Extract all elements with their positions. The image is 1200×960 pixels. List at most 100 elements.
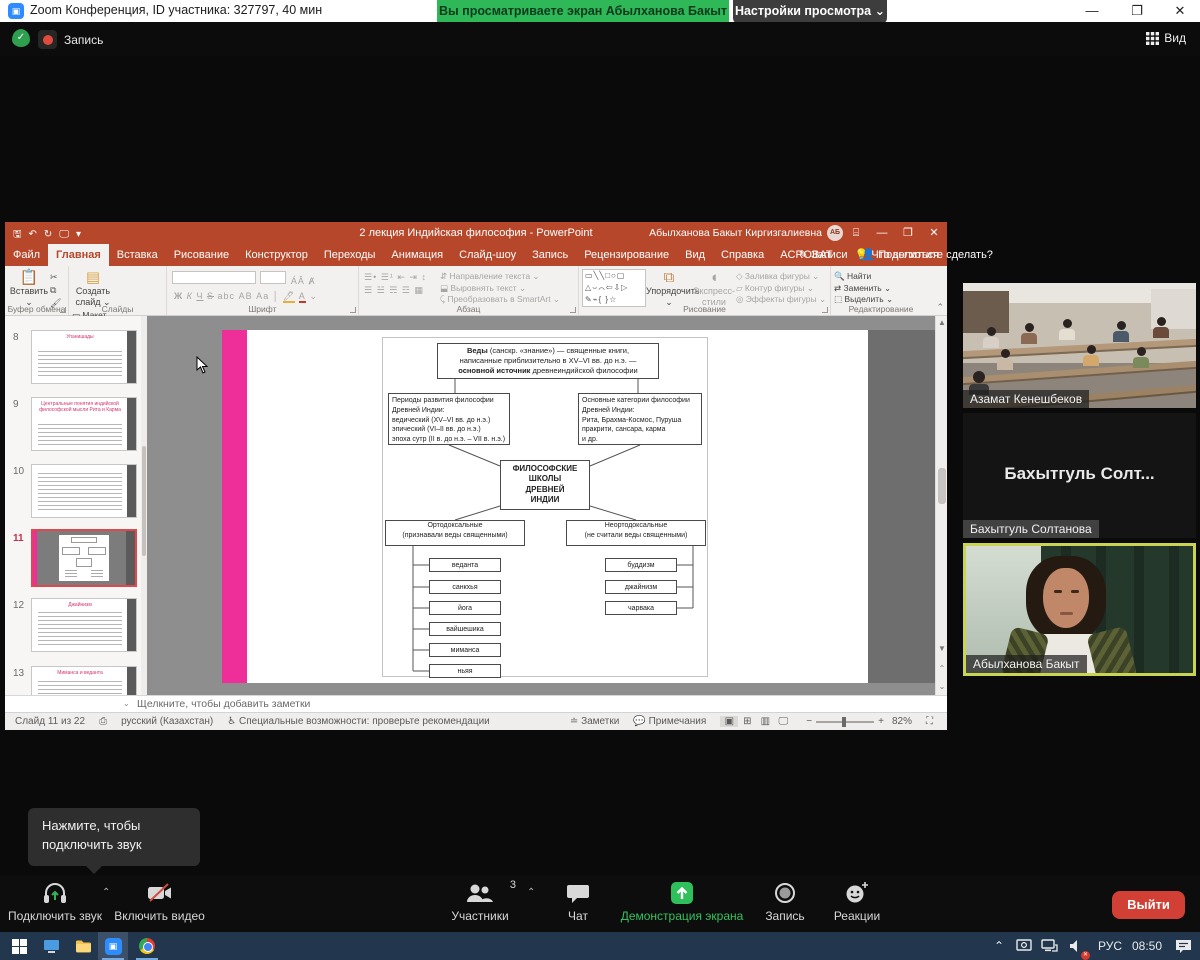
normal-view-icon[interactable]: ▣	[720, 716, 738, 727]
network-icon[interactable]	[1041, 932, 1058, 960]
clear-format-icon[interactable]: Ⱥ	[305, 276, 316, 286]
scroll-up-icon[interactable]: ▲	[936, 316, 948, 329]
view-settings-button[interactable]: Настройки просмотра ⌄	[733, 0, 887, 24]
zoom-slider[interactable]	[816, 721, 874, 723]
indent-left-icon[interactable]: ⇤	[397, 272, 406, 282]
align-right-icon[interactable]: ☴	[389, 285, 398, 295]
shrink-font-icon[interactable]: А̌	[298, 276, 305, 286]
restore-icon[interactable]: ❐	[1117, 0, 1157, 22]
text-direction-button[interactable]: ⇵ Направление текста ⌄	[440, 271, 560, 283]
volume-muted-icon[interactable]: ✕	[1068, 932, 1088, 960]
zoom-taskbar-button-active[interactable]: ▣	[98, 932, 128, 960]
slide-sorter-icon[interactable]: ⊞	[738, 716, 756, 727]
font-name-combobox[interactable]	[172, 271, 256, 284]
underline-icon[interactable]: Ч	[196, 291, 203, 301]
collapse-ribbon-icon[interactable]: ⌃	[936, 302, 944, 313]
redo-icon[interactable]: ↻	[44, 229, 52, 240]
copy-icon[interactable]: ⧉	[50, 284, 62, 297]
ppt-close-icon[interactable]: ✕	[921, 222, 947, 244]
tab-help[interactable]: Справка	[713, 244, 772, 266]
numbering-icon[interactable]: ☰¹	[381, 272, 394, 282]
task-view-button[interactable]	[36, 932, 66, 960]
share-button[interactable]: 👤 Поделиться	[861, 244, 939, 266]
clipboard-dialog-launcher[interactable]	[60, 307, 66, 313]
tab-view[interactable]: Вид	[677, 244, 713, 266]
tab-animations[interactable]: Анимация	[383, 244, 451, 266]
tab-file[interactable]: Файл	[5, 244, 48, 266]
align-text-button[interactable]: ⬓ Выровнять текст ⌄	[440, 283, 560, 295]
notes-pane[interactable]: ⌄ Щелкните, чтобы добавить заметки	[5, 695, 947, 712]
leave-button[interactable]: Выйти	[1112, 891, 1185, 919]
qat-customize-icon[interactable]: ▾	[76, 229, 81, 240]
action-center-icon[interactable]	[1175, 932, 1192, 960]
reading-view-icon[interactable]: ▥	[756, 716, 774, 727]
next-slide-icon[interactable]: ⌄	[936, 680, 948, 693]
notes-toggle[interactable]: ≐ Заметки	[570, 716, 619, 727]
minimize-icon[interactable]: —	[1072, 0, 1112, 22]
save-icon[interactable]: 🖫	[13, 229, 22, 240]
previous-slide-icon[interactable]: ⌃	[936, 662, 948, 675]
notes-placeholder[interactable]: Щелкните, чтобы добавить заметки	[137, 696, 310, 712]
cast-display-icon[interactable]	[1016, 932, 1032, 960]
tab-home[interactable]: Главная	[48, 244, 109, 266]
comments-toggle[interactable]: 💬 Примечания	[633, 716, 706, 727]
start-button[interactable]	[4, 932, 34, 960]
slide-thumbnail-12[interactable]: Джайнизм	[31, 598, 137, 652]
highlight-icon[interactable]: 🖊	[283, 291, 295, 303]
paste-button[interactable]: 📋Вставить ⌄	[8, 269, 50, 307]
start-video-button[interactable]: Включить видео	[112, 881, 207, 923]
tab-slideshow[interactable]: Слайд-шоу	[451, 244, 524, 266]
tab-insert[interactable]: Вставка	[109, 244, 166, 266]
slide-thumbnail-10[interactable]	[31, 464, 137, 518]
grow-font-icon[interactable]: А́	[291, 276, 298, 286]
line-spacing-icon[interactable]: ↕	[421, 272, 427, 282]
new-slide-button[interactable]: ▤Создать слайд ⌄	[72, 269, 114, 307]
view-button[interactable]: Вид	[1146, 31, 1186, 45]
align-center-icon[interactable]: ☱	[377, 285, 386, 295]
security-shield-icon[interactable]: ✓	[12, 29, 30, 47]
participants-caret-icon[interactable]: ⌃	[527, 887, 535, 898]
shape-outline-button[interactable]: ▱ Контур фигуры ⌄	[736, 283, 826, 295]
tab-transitions[interactable]: Переходы	[316, 244, 384, 266]
zoom-percent[interactable]: 82%	[892, 716, 912, 727]
participant-tile-bakhytgul[interactable]: Бахытгуль Солт... Бахытгуль Солтанова	[963, 413, 1196, 538]
participants-button[interactable]: 3 Участники	[430, 881, 530, 923]
zoom-in-icon[interactable]: +	[878, 716, 884, 727]
fit-to-window-icon[interactable]: ⛶	[926, 716, 933, 727]
chat-button[interactable]: Чат	[550, 881, 606, 923]
accessibility-status[interactable]: ♿ Специальные возможности: проверьте рек…	[227, 716, 490, 727]
current-slide[interactable]: Веды (санскр. «знание») — священные книг…	[222, 330, 935, 683]
vertical-scrollbar[interactable]: ▲ ▼ ⌃ ⌄	[935, 316, 947, 695]
language-status[interactable]: русский (Казахстан)	[121, 716, 213, 727]
tab-design[interactable]: Конструктор	[237, 244, 316, 266]
share-screen-button[interactable]: Демонстрация экрана	[612, 881, 752, 923]
ppt-restore-icon[interactable]: ❐	[895, 222, 921, 244]
ribbon-display-options-icon[interactable]: ⌸	[843, 222, 869, 244]
align-left-icon[interactable]: ☰	[364, 285, 373, 295]
tab-review[interactable]: Рецензирование	[576, 244, 677, 266]
participant-tile-abylkhanova-active-speaker[interactable]: Абылханова Бакыт	[963, 543, 1196, 676]
replace-button[interactable]: ⇄ Заменить ⌄	[834, 283, 928, 295]
slide-thumbnail-8[interactable]: Упанишады	[31, 330, 137, 384]
language-indicator[interactable]: РУС	[1098, 932, 1122, 960]
font-color-icon[interactable]: А	[299, 291, 306, 303]
font-size-combobox[interactable]	[260, 271, 286, 284]
indent-right-icon[interactable]: ⇥	[409, 272, 418, 282]
columns-icon[interactable]: ▦	[414, 285, 424, 295]
slide-thumbnail-9[interactable]: Центральные понятия индийской философско…	[31, 397, 137, 451]
tray-expand-caret-icon[interactable]: ⌃	[994, 932, 1004, 960]
slide-thumbnail-13[interactable]: Миманса и веданта	[31, 666, 137, 695]
tab-record[interactable]: Запись	[524, 244, 576, 266]
shapes-gallery[interactable]: ▭╲╲□○▢△⌣⌒⇦⇩▷✎⌁{ }☆	[582, 269, 646, 307]
records-button[interactable]: ✎ Записи	[799, 244, 848, 266]
char-spacing-icon[interactable]: АВ	[239, 291, 253, 301]
avatar[interactable]: АБ	[827, 225, 843, 241]
scroll-thumb[interactable]	[938, 468, 946, 504]
close-icon[interactable]: ✕	[1160, 0, 1200, 22]
slide-thumbnail-11-selected[interactable]	[31, 529, 137, 587]
change-case-icon[interactable]: Аа	[256, 291, 269, 301]
theme-icon[interactable]: ⎙	[99, 716, 107, 727]
zoom-slider-handle[interactable]	[842, 717, 846, 727]
arrange-button[interactable]: ⧉Упорядочить ⌄	[646, 269, 692, 307]
undo-icon[interactable]: ↶	[29, 229, 37, 240]
